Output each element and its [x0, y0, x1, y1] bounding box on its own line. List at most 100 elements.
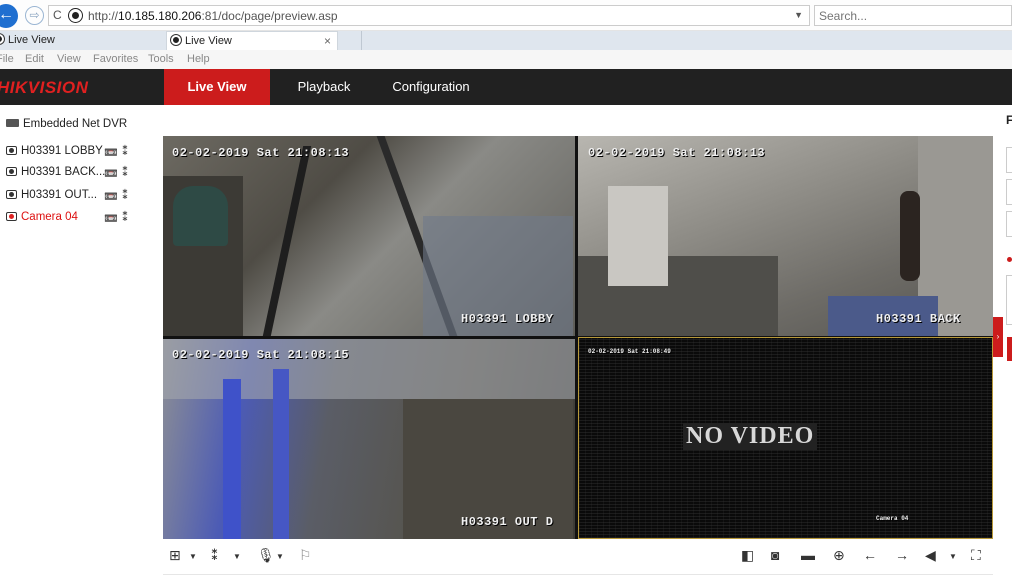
camera-label: H03391 LOBBY — [21, 145, 103, 157]
browser-address-bar: ← ⇨ C http://10.185.180.206:81/doc/page/… — [0, 0, 1012, 31]
camera-icon — [6, 146, 17, 155]
tile-camera-name: Camera 04 — [876, 515, 909, 522]
url-dropdown-icon[interactable]: ▼ — [794, 10, 803, 20]
chevron-down-icon[interactable]: ▼ — [276, 552, 284, 561]
camera-label: H03391 BACK... — [21, 166, 106, 178]
video-tile-selected[interactable]: 02-02-2019 Sat 21:08:49 NO VIDEO Camera … — [578, 337, 993, 539]
tab-label: Live View — [185, 35, 232, 47]
menu-file[interactable]: File — [0, 53, 14, 65]
browser-menu-bar: File Edit View Favorites Tools Help — [0, 50, 1012, 69]
camera-item[interactable]: Camera 04 📼 ⁑ — [6, 210, 156, 227]
intercom-icon[interactable]: ⚐ — [299, 547, 312, 564]
scene-shape — [900, 191, 920, 281]
forward-arrow-icon[interactable]: ⇨ — [25, 6, 44, 25]
search-input[interactable] — [815, 6, 1005, 25]
volume-muted-icon[interactable]: ◀ — [925, 547, 936, 564]
browser-search[interactable] — [814, 5, 1012, 26]
next-page-icon[interactable]: → — [895, 547, 909, 563]
device-tree: Embedded Net DVR H03391 LOBBY 📼 ⁑ H03391… — [0, 105, 160, 580]
tab-configuration[interactable]: Configuration — [382, 69, 480, 105]
fullscreen-icon[interactable]: ⛶ — [971, 547, 981, 564]
scene-shape — [608, 186, 668, 286]
tab-label: Live View — [8, 34, 55, 46]
scene-shape — [262, 146, 312, 336]
tile-camera-name: H03391 LOBBY — [461, 312, 554, 326]
record-icon[interactable]: 📼 — [104, 212, 118, 225]
record-icon[interactable]: 📼 — [104, 190, 118, 203]
browser-tab[interactable]: Live View — [0, 31, 164, 50]
site-favicon-icon — [0, 34, 4, 44]
video-grid: 02-02-2019 Sat 21:08:13 H03391 LOBBY 02-… — [163, 136, 993, 539]
ptz-icon[interactable]: ⁑ — [122, 165, 128, 179]
site-favicon-icon — [171, 35, 181, 45]
panel-field[interactable] — [1006, 275, 1012, 325]
camera-item[interactable]: H03391 BACK... 📼 ⁑ — [6, 165, 156, 182]
back-arrow-icon[interactable]: ← — [0, 4, 18, 28]
menu-help[interactable]: Help — [187, 53, 210, 65]
camera-item[interactable]: H03391 LOBBY 📼 ⁑ — [6, 144, 156, 161]
browser-tab-bar: Live View Live View × — [0, 31, 1012, 50]
chevron-down-icon[interactable]: ▼ — [233, 552, 241, 561]
stop-all-icon[interactable]: ◧ — [741, 547, 754, 564]
panel-field[interactable] — [1006, 179, 1012, 205]
url-text[interactable]: http://10.185.180.206:81/doc/page/previe… — [88, 9, 338, 23]
collapse-panel-icon[interactable]: › — [993, 317, 1003, 357]
capture-icon[interactable]: ◙ — [771, 547, 779, 563]
camera-item[interactable]: H03391 OUT... 📼 ⁑ — [6, 188, 156, 205]
dvr-icon — [6, 119, 19, 127]
video-tile[interactable]: 02-02-2019 Sat 21:08:13 H03391 BACK — [578, 136, 993, 336]
record-icon[interactable]: 📼 — [104, 167, 118, 180]
scene-shape — [173, 186, 228, 246]
status-dot — [1007, 257, 1012, 262]
ptz-icon[interactable]: ⁑ — [122, 188, 128, 202]
close-tab-icon[interactable]: × — [324, 32, 331, 50]
right-panel: F › — [993, 105, 1012, 580]
microphone-icon[interactable]: 🎙 — [257, 547, 275, 564]
record-icon[interactable]: 📼 — [104, 146, 118, 159]
app-header: HIKVISION Live View Playback Configurati… — [0, 69, 1012, 105]
ptz-control-icon[interactable]: ⁑ — [211, 547, 218, 564]
record-icon[interactable]: ▬ — [801, 547, 815, 563]
site-icon — [69, 9, 82, 22]
previous-page-icon[interactable]: ← — [863, 547, 877, 563]
menu-view[interactable]: View — [57, 53, 81, 65]
tile-camera-name: H03391 OUT D — [461, 515, 554, 529]
tab-playback[interactable]: Playback — [286, 69, 362, 105]
panel-field[interactable] — [1006, 211, 1012, 237]
new-tab-button[interactable] — [338, 31, 362, 50]
live-view-toolbar: ⊞ ▼ ⁑ ▼ 🎙 ▼ ⚐ ◧ ◙ ▬ ⊕ ← → ◀ ▼ ⛶ — [163, 541, 993, 571]
camera-label: H03391 OUT... — [21, 189, 98, 201]
tile-camera-name: H03391 BACK — [876, 312, 961, 326]
dvr-root[interactable]: Embedded Net DVR — [6, 118, 127, 130]
divider — [163, 574, 993, 575]
tab-live-view[interactable]: Live View — [164, 69, 270, 105]
hikvision-logo: HIKVISION — [0, 78, 89, 97]
camera-icon — [6, 212, 17, 221]
camera-icon — [6, 190, 17, 199]
no-video-message: NO VIDEO — [683, 423, 818, 450]
camera-icon — [6, 167, 17, 176]
tile-timestamp: 02-02-2019 Sat 21:08:13 — [588, 146, 766, 160]
video-tile[interactable]: 02-02-2019 Sat 21:08:15 H03391 OUT D — [163, 339, 575, 539]
url-field[interactable]: C http://10.185.180.206:81/doc/page/prev… — [48, 5, 810, 26]
ptz-icon[interactable]: ⁑ — [122, 210, 128, 224]
right-panel-title: F — [1006, 113, 1012, 127]
zoom-in-icon[interactable]: ⊕ — [833, 547, 845, 564]
video-tile[interactable]: 02-02-2019 Sat 21:08:13 H03391 LOBBY — [163, 136, 575, 336]
tile-timestamp: 02-02-2019 Sat 21:08:13 — [172, 146, 350, 160]
menu-favorites[interactable]: Favorites — [93, 53, 138, 65]
tile-timestamp: 02-02-2019 Sat 21:08:49 — [588, 348, 671, 355]
tile-timestamp: 02-02-2019 Sat 21:08:15 — [172, 348, 350, 362]
menu-edit[interactable]: Edit — [25, 53, 44, 65]
panel-accent — [1007, 337, 1012, 361]
ptz-icon[interactable]: ⁑ — [122, 144, 128, 158]
camera-label: Camera 04 — [21, 211, 78, 223]
chevron-down-icon[interactable]: ▼ — [189, 552, 197, 561]
reload-icon[interactable]: C — [53, 8, 62, 22]
scene-shape — [223, 379, 241, 539]
panel-field[interactable] — [1006, 147, 1012, 173]
window-layout-icon[interactable]: ⊞ — [169, 547, 181, 564]
menu-tools[interactable]: Tools — [148, 53, 174, 65]
browser-tab-active[interactable]: Live View × — [166, 31, 338, 50]
chevron-down-icon[interactable]: ▼ — [949, 552, 957, 561]
